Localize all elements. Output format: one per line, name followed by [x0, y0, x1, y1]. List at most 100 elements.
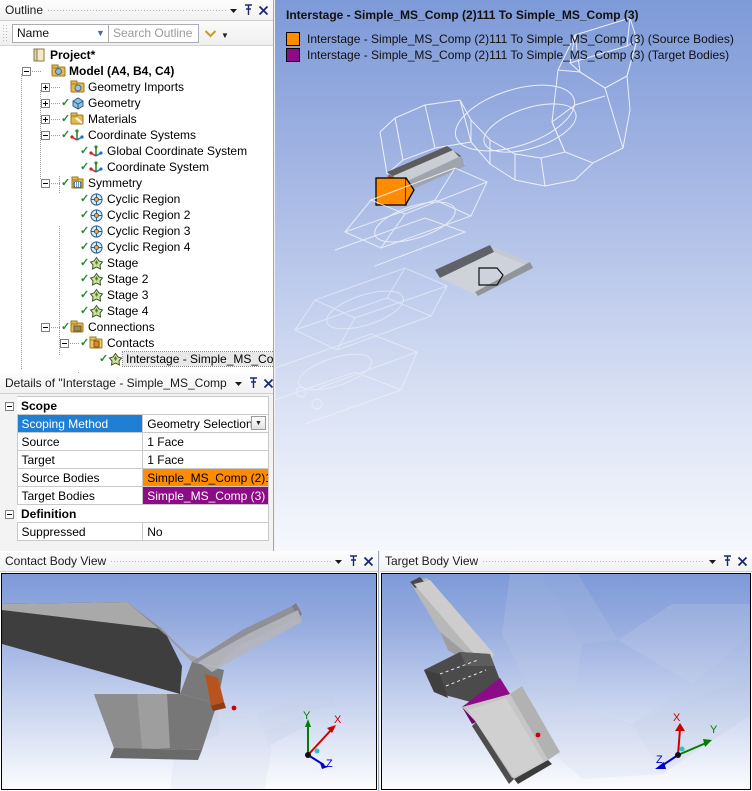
chevron-down-icon[interactable]: [226, 2, 241, 19]
details-row[interactable]: Scoping Method Geometry Selection ▼: [2, 414, 269, 433]
details-grid: Scope Scoping Method Geometry Selection ▼ So…: [0, 394, 273, 551]
contact-body-viewport[interactable]: Y X Z: [1, 573, 377, 790]
details-titlebar: Details of "Interstage - Simple_MS_Comp: [0, 373, 273, 394]
chevron-down-icon[interactable]: [331, 553, 346, 570]
target-body-titlebar: Target Body View: [380, 551, 752, 572]
pin-icon[interactable]: [246, 375, 261, 392]
tree-item[interactable]: ✓ Stage 3: [0, 287, 273, 303]
legend-color-swatch: [286, 48, 300, 62]
tree-item[interactable]: Geometry Imports: [0, 79, 273, 95]
svg-text:Y: Y: [710, 724, 718, 736]
tree-connector: [51, 102, 61, 104]
close-icon[interactable]: [256, 2, 271, 19]
details-property-value[interactable]: 1 Face: [142, 432, 269, 451]
details-property-value[interactable]: Simple_MS_Comp (2)111: [142, 468, 269, 487]
tree-item-label: Cyclic Region 2: [107, 208, 191, 222]
details-property-value[interactable]: Simple_MS_Comp (3): [142, 486, 269, 505]
search-expand-icon[interactable]: [202, 24, 219, 43]
close-icon[interactable]: [361, 553, 376, 570]
details-property-name[interactable]: Scoping Method: [16, 414, 144, 433]
close-icon[interactable]: [261, 375, 276, 392]
outline-filter-combo[interactable]: Name ▼: [12, 23, 109, 43]
details-property-name[interactable]: Source: [16, 432, 144, 451]
details-property-name[interactable]: Suppressed: [16, 522, 144, 541]
tree-item-label: Model (A4, B4, C4): [69, 64, 175, 78]
chevron-down-icon[interactable]: ▼: [251, 416, 266, 430]
details-title: Details of "Interstage - Simple_MS_Comp: [5, 376, 227, 390]
caret-down-icon[interactable]: ▼: [219, 24, 231, 43]
collapse-icon[interactable]: [2, 504, 17, 523]
search-outline-input[interactable]: Search Outline: [109, 23, 199, 43]
collapse-icon[interactable]: [2, 396, 17, 415]
tree-item[interactable]: ✓ Stage: [0, 255, 273, 271]
details-property-value-text: 1 Face: [147, 452, 184, 467]
collapse-icon[interactable]: [41, 322, 50, 332]
tree-item[interactable]: ✓ Materials: [0, 111, 273, 127]
tree-item[interactable]: ✓ Coordinate Systems: [0, 127, 273, 143]
expand-icon[interactable]: [41, 82, 50, 92]
tree-connector: [51, 134, 61, 136]
tree-connector: [51, 326, 61, 328]
details-property-value[interactable]: 1 Face: [142, 450, 269, 469]
tree-item-label: Stage 2: [107, 272, 149, 286]
svg-text:Z: Z: [656, 754, 663, 766]
details-group-row[interactable]: Definition: [2, 504, 269, 523]
details-row[interactable]: Suppressed No: [2, 522, 269, 541]
expand-icon[interactable]: [41, 98, 50, 108]
legend-title: Interstage - Simple_MS_Comp (2)111 To Si…: [286, 8, 639, 22]
details-property-value[interactable]: Geometry Selection ▼: [142, 414, 269, 433]
pin-icon[interactable]: [241, 2, 256, 19]
cyclic-region-icon: [89, 208, 104, 222]
chevron-down-icon[interactable]: [231, 375, 246, 392]
tree-item[interactable]: ✓ Geometry: [0, 95, 273, 111]
svg-text:X: X: [673, 712, 681, 724]
target-body-viewport[interactable]: X Y Z: [381, 573, 751, 790]
tree-item[interactable]: ✓ Cyclic Region: [0, 191, 273, 207]
chevron-down-icon[interactable]: [705, 553, 720, 570]
details-group-row[interactable]: Scope: [2, 396, 269, 415]
collapse-icon[interactable]: [22, 66, 31, 76]
pin-icon[interactable]: [346, 553, 361, 570]
close-icon[interactable]: [735, 553, 750, 570]
project-icon: [32, 48, 47, 62]
tree-connector: [51, 86, 61, 88]
tree-item[interactable]: ✓ Contacts: [0, 335, 273, 351]
tree-item[interactable]: ✓ Stage 2: [0, 271, 273, 287]
outline-tree[interactable]: Project* Model (A4, B4, C4) Geometry Impor…: [0, 46, 273, 373]
details-property-value-text: Simple_MS_Comp (3): [147, 488, 266, 503]
expand-icon[interactable]: [41, 114, 50, 124]
cyclic-region-icon: [89, 224, 104, 238]
tree-item[interactable]: ✓ Stage 4: [0, 303, 273, 319]
details-panel: Details of "Interstage - Simple_MS_Comp …: [0, 373, 274, 551]
details-row[interactable]: Source 1 Face: [2, 432, 269, 451]
details-property-name[interactable]: Source Bodies: [16, 468, 144, 487]
details-row[interactable]: Target Bodies Simple_MS_Comp (3): [2, 486, 269, 505]
details-row[interactable]: Target 1 Face: [2, 450, 269, 469]
tree-connector: [70, 342, 80, 344]
connections-icon: [70, 320, 85, 334]
tree-item[interactable]: Project*: [0, 47, 273, 63]
tree-item[interactable]: ✓ Symmetry: [0, 175, 273, 191]
details-property-value-text: Geometry Selection: [147, 416, 253, 431]
tree-item[interactable]: ✓ Connections: [0, 319, 273, 335]
chevron-down-icon[interactable]: ▼: [93, 28, 108, 38]
collapse-icon[interactable]: [41, 178, 50, 188]
tree-item[interactable]: ✓ Cyclic Region 3: [0, 223, 273, 239]
collapse-icon[interactable]: [60, 338, 69, 348]
outline-title: Outline: [5, 3, 44, 17]
tree-item[interactable]: ✓ Cyclic Region 2: [0, 207, 273, 223]
tree-item[interactable]: ✓ Interstage - Simple_MS_Co: [0, 351, 273, 367]
pin-icon[interactable]: [720, 553, 735, 570]
details-row[interactable]: Source BodiesSimple_MS_Comp (2)111: [2, 468, 269, 487]
details-property-value-text: No: [147, 524, 163, 539]
tree-item[interactable]: ✓ Global Coordinate System: [0, 143, 273, 159]
details-property-name[interactable]: Target Bodies: [16, 486, 144, 505]
details-property-value[interactable]: No: [142, 522, 269, 541]
tree-item[interactable]: Model (A4, B4, C4): [0, 63, 273, 79]
details-property-name[interactable]: Target: [16, 450, 144, 469]
main-3d-viewport[interactable]: Interstage - Simple_MS_Comp (2)111 To Si…: [275, 0, 752, 551]
tree-item[interactable]: ✓ Cyclic Region 4: [0, 239, 273, 255]
collapse-icon[interactable]: [41, 130, 50, 140]
toolbar-grip[interactable]: [2, 24, 9, 42]
tree-item[interactable]: ✓ Coordinate System: [0, 159, 273, 175]
